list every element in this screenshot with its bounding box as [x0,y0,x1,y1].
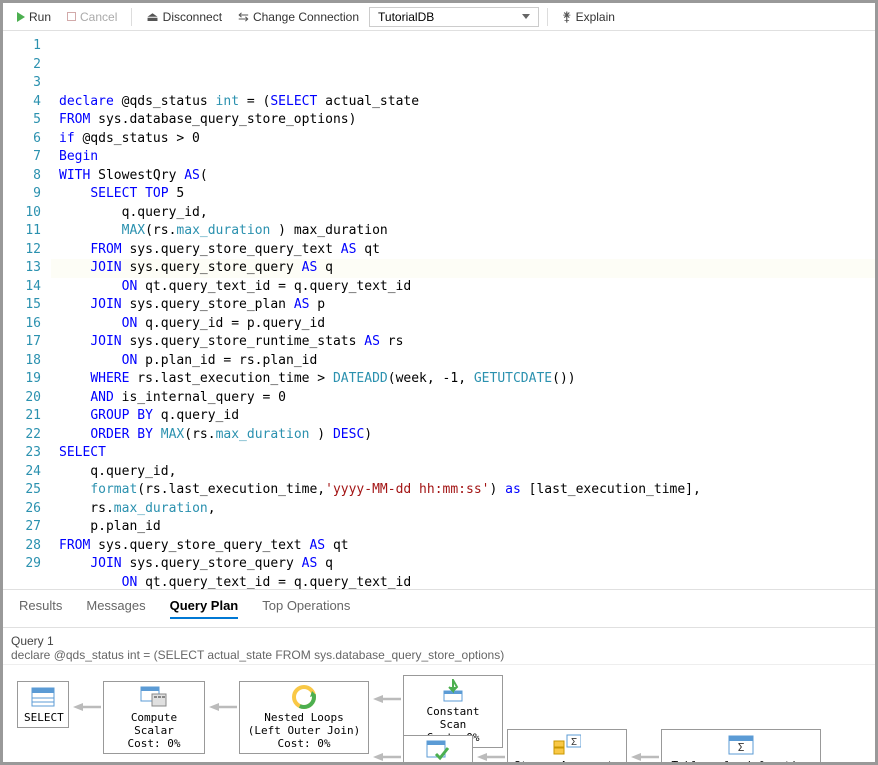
run-label: Run [29,10,51,24]
plan-arrow [477,753,505,761]
plan-arrow [209,703,237,711]
results-tabs: Results Messages Query Plan Top Operatio… [3,589,875,628]
stream-aggregate-icon: Σ [553,733,581,757]
tab-query-plan[interactable]: Query Plan [170,598,239,619]
separator [547,8,548,26]
plan-header: Query 1 declare @qds_status int = (SELEC… [3,628,875,665]
nested-loops-icon [290,685,318,709]
plan-node-select[interactable]: SELECT [17,681,69,728]
disconnect-button[interactable]: ⏏ Disconnect [140,7,228,27]
plan-arrow [631,753,659,761]
play-icon [17,12,25,22]
query-statement: declare @qds_status int = (SELECT actual… [11,648,867,662]
node-title: Table-valued function [668,759,814,762]
explain-button[interactable]: ⚵ Explain [556,7,621,27]
node-title: Constant Scan [410,705,496,731]
plan-arrow [73,703,101,711]
database-name: TutorialDB [378,10,434,24]
svg-text:Σ: Σ [738,741,745,754]
explain-label: Explain [576,10,615,24]
toolbar: Run Cancel ⏏ Disconnect ⇆ Change Connectio… [3,3,875,31]
explain-icon: ⚵ [562,9,572,25]
plan-node-table-valued-function[interactable]: Σ Table-valued function [QUERY_STORE_OPT… [661,729,821,762]
node-title: Stream Aggregate [514,759,620,762]
plan-node-compute-scalar[interactable]: Compute Scalar Cost: 0% [103,681,205,754]
line-gutter: 1234567891011121314151617181920212223242… [3,31,51,589]
code-editor[interactable]: 1234567891011121314151617181920212223242… [3,31,875,589]
node-cost: Cost: 0% [110,737,198,750]
execution-plan[interactable]: SELECT Compute Scalar Cost: 0% Nested Lo… [3,665,875,762]
change-label: Change Connection [253,10,359,24]
node-title: Nested Loops [246,711,362,724]
chevron-down-icon [522,14,530,19]
separator [131,8,132,26]
disconnect-icon: ⏏ [146,9,158,25]
compute-icon [140,685,168,709]
svg-text:Σ: Σ [571,737,577,748]
cancel-button: Cancel [61,8,123,26]
plan-arrow [373,753,401,761]
node-title: Compute Scalar [110,711,198,737]
node-title: SELECT [24,711,62,724]
tvf-icon: Σ [727,733,755,757]
constant-scan-icon [439,679,467,703]
node-cost: Cost: 0% [246,737,362,750]
query-number: Query 1 [11,634,867,648]
select-icon [29,685,57,709]
node-subtitle: (Left Outer Join) [246,724,362,737]
change-connection-button[interactable]: ⇆ Change Connection [232,7,365,27]
plan-node-stream-aggregate[interactable]: Σ Stream Aggregate (Aggregate) Cost: 37% [507,729,627,762]
cancel-label: Cancel [80,10,117,24]
plan-node-assert[interactable]: Assert Cost: 0% [403,735,473,762]
tab-top-operations[interactable]: Top Operations [262,598,350,619]
database-select[interactable]: TutorialDB [369,7,539,27]
plan-node-nested-loops[interactable]: Nested Loops (Left Outer Join) Cost: 0% [239,681,369,754]
assert-icon [424,739,452,762]
stop-icon [67,12,76,21]
run-button[interactable]: Run [11,8,57,26]
tab-results[interactable]: Results [19,598,62,619]
disconnect-label: Disconnect [163,10,222,24]
change-icon: ⇆ [238,9,249,25]
code-area[interactable]: declare @qds_status int = (SELECT actual… [51,31,875,589]
tab-messages[interactable]: Messages [86,598,145,619]
plan-arrow [373,695,401,703]
